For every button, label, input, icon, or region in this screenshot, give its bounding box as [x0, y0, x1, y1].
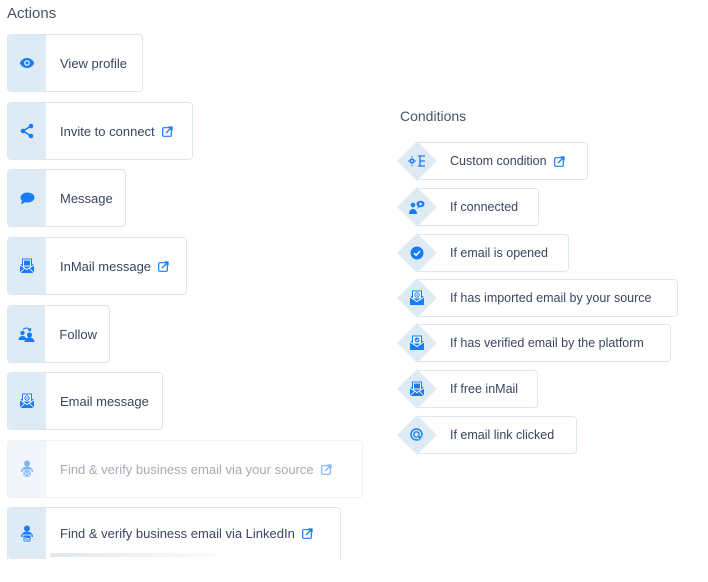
external-link-icon[interactable]	[553, 155, 565, 167]
svg-text:in: in	[24, 536, 30, 542]
external-link-icon[interactable]	[320, 463, 332, 475]
action-label: Invite to connect	[60, 123, 155, 139]
external-link-icon[interactable]	[161, 125, 173, 137]
condition-custom[interactable]: Custom condition	[397, 141, 588, 181]
condition-label: If email is opened	[450, 246, 548, 260]
eye-icon	[8, 35, 46, 91]
action-invite-to-connect[interactable]: Invite to connect	[7, 102, 193, 160]
email-envelope-icon	[8, 373, 46, 429]
person-linkedin-icon: in	[8, 508, 46, 559]
condition-label: Custom condition	[450, 154, 547, 168]
condition-if-email-opened[interactable]: If email is opened	[397, 233, 569, 273]
action-label: Find & verify business email via your so…	[60, 461, 314, 477]
action-label: Message	[60, 190, 113, 206]
condition-label: If email link clicked	[450, 428, 555, 442]
external-link-icon[interactable]	[301, 528, 313, 539]
action-email-message[interactable]: Email message	[7, 372, 163, 430]
person-email-icon	[8, 441, 46, 497]
condition-label: If has verified email by the platform	[450, 336, 644, 350]
condition-if-email-link-clicked[interactable]: If email link clicked	[397, 415, 577, 455]
action-view-profile[interactable]: View profile	[7, 34, 143, 92]
follow-users-icon	[8, 306, 46, 362]
external-link-icon[interactable]	[158, 260, 169, 272]
condition-label: If connected	[450, 200, 519, 214]
actions-section-title: Actions	[7, 5, 57, 22]
action-label: View profile	[60, 55, 127, 71]
action-label: InMail message	[60, 258, 152, 274]
action-label: Find & verify business email via LinkedI…	[60, 526, 295, 541]
inmail-envelope-icon	[8, 238, 46, 294]
condition-label: If free inMail	[450, 382, 519, 396]
action-find-verify-email-linkedin[interactable]: in Find & verify business email via Link…	[7, 507, 341, 559]
action-follow[interactable]: Follow	[7, 305, 110, 363]
action-find-verify-email-your-source[interactable]: Find & verify business email via your so…	[7, 440, 363, 498]
drag-shadow	[50, 553, 215, 557]
action-message[interactable]: Message	[7, 169, 126, 227]
action-label: Follow	[59, 326, 97, 342]
condition-if-imported-email[interactable]: If has imported email by your source	[397, 278, 678, 318]
condition-if-free-inmail[interactable]: If free inMail	[397, 369, 538, 409]
share-icon	[8, 103, 46, 159]
condition-if-connected[interactable]: If connected	[397, 187, 539, 227]
action-label: Email message	[60, 393, 149, 409]
conditions-section-title: Conditions	[400, 108, 467, 124]
action-inmail-message[interactable]: InMail message	[7, 237, 187, 295]
condition-if-verified-email[interactable]: If has verified email by the platform	[397, 323, 671, 363]
condition-label: If has imported email by your source	[450, 291, 652, 305]
chat-bubble-icon	[8, 170, 46, 226]
